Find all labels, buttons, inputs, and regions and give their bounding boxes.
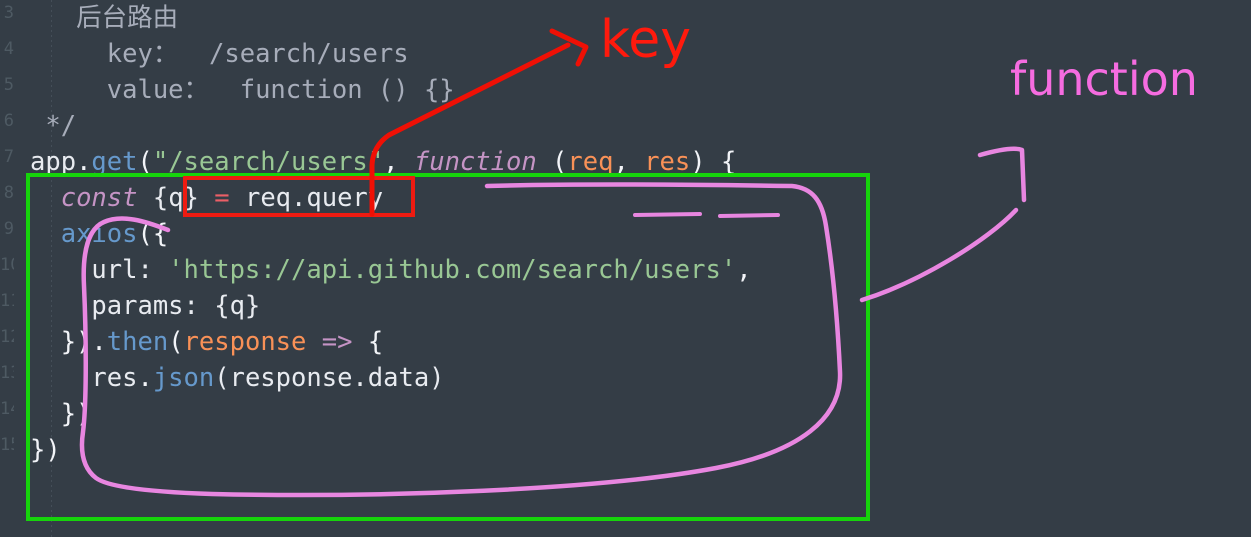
- code-token: 'https://api.github.com/search/users': [168, 255, 737, 285]
- code-token: {q}: [137, 183, 215, 213]
- code-token: ({: [137, 219, 169, 249]
- code-token: }): [30, 435, 61, 465]
- code-token: (: [168, 327, 184, 357]
- code-token: axios: [60, 219, 138, 249]
- code-token: response: [183, 327, 307, 357]
- gutter-line-number: 5: [3, 75, 14, 95]
- code-token: params: {q}: [30, 291, 261, 321]
- code-token: .: [76, 147, 92, 177]
- code-line-app-get[interactable]: app.get("/search/users", function (req, …: [30, 144, 1240, 180]
- code-token: res: [30, 363, 138, 393]
- code-token: req.query: [229, 183, 384, 213]
- gutter-line-number: 9: [3, 219, 14, 239]
- code-token: =>: [321, 327, 353, 357]
- gutter-line-number: 7: [3, 147, 14, 167]
- code-token: url:: [30, 255, 169, 285]
- code-token: .: [91, 327, 107, 357]
- gutter-line-number: 4: [3, 39, 14, 59]
- code-token: ,: [736, 255, 752, 285]
- code-line-then-open[interactable]: }).then(response => {: [30, 324, 1240, 360]
- code-line-then-close[interactable]: }): [30, 396, 1240, 432]
- code-token: }): [30, 399, 92, 429]
- gutter-line-number: 13: [0, 363, 14, 383]
- code-token: (: [536, 147, 568, 177]
- gutter-line-number: 14: [0, 399, 14, 419]
- code-token: ,: [383, 147, 414, 177]
- code-token: {: [352, 327, 384, 357]
- code-line-url-prop[interactable]: url: 'https://api.github.com/search/user…: [30, 252, 1240, 288]
- code-token: (: [137, 147, 153, 177]
- code-token: "/search/users": [152, 147, 384, 177]
- code-line-const-q[interactable]: const {q} = req.query: [30, 180, 1240, 216]
- code-token: */: [30, 111, 77, 141]
- code-token: value： function () {}: [30, 75, 455, 105]
- annotation-label-key: key: [600, 10, 692, 70]
- code-line-res-json[interactable]: res.json(response.data): [30, 360, 1240, 396]
- code-line-comment-end[interactable]: */: [30, 108, 1240, 144]
- code-token: key： /search/users: [30, 39, 409, 69]
- code-token: .: [137, 363, 153, 393]
- gutter-line-number: 8: [3, 183, 14, 203]
- code-token: function: [413, 147, 537, 177]
- gutter-line-number: 15: [0, 435, 14, 455]
- code-token: const: [60, 183, 138, 213]
- code-token: then: [106, 327, 169, 357]
- editor-gutter: 3 4 5 6 7 8 9 10 11 12 13 14 15: [0, 0, 14, 537]
- code-token: (response.data): [214, 363, 445, 393]
- code-token: ) {: [690, 147, 737, 177]
- code-token: res: [644, 147, 691, 177]
- code-line-get-close[interactable]: }): [30, 432, 1240, 468]
- code-token: get: [91, 147, 138, 177]
- code-token: req: [567, 147, 614, 177]
- code-token: json: [152, 363, 215, 393]
- code-token: ,: [613, 147, 645, 177]
- gutter-line-number: 12: [0, 327, 14, 347]
- code-token: =: [214, 183, 230, 213]
- gutter-line-number: 3: [3, 3, 14, 23]
- code-token: 后台路由: [76, 3, 179, 33]
- code-line-axios-open[interactable]: axios({: [30, 216, 1240, 252]
- code-token: app: [30, 147, 77, 177]
- gutter-line-number: 10: [0, 255, 14, 275]
- code-token: }): [30, 327, 92, 357]
- annotation-label-function: function: [1010, 52, 1198, 106]
- gutter-line-number: 6: [3, 111, 14, 131]
- code-editor-screenshot: 3 4 5 6 7 8 9 10 11 12 13 14 15 后台路由 key…: [0, 0, 1251, 537]
- code-line-params-prop[interactable]: params: {q}: [30, 288, 1240, 324]
- gutter-line-number: 11: [0, 291, 14, 311]
